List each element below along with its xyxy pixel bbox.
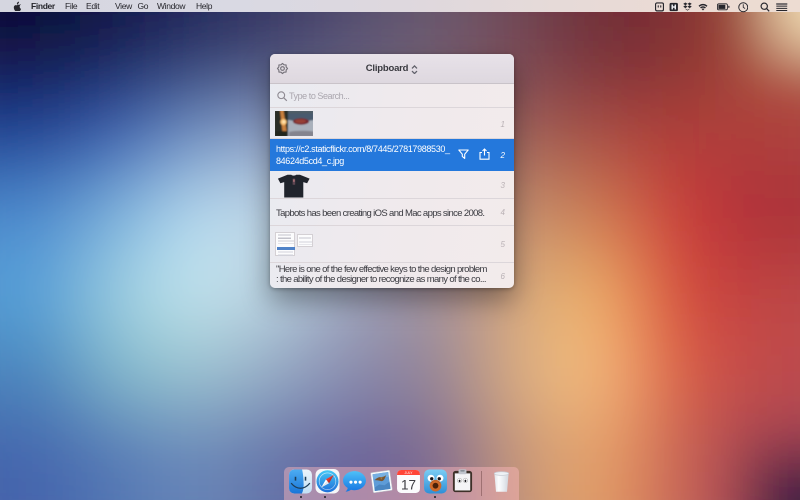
svg-text:JULY: JULY [404, 471, 413, 475]
svg-text:17: 17 [400, 477, 415, 492]
